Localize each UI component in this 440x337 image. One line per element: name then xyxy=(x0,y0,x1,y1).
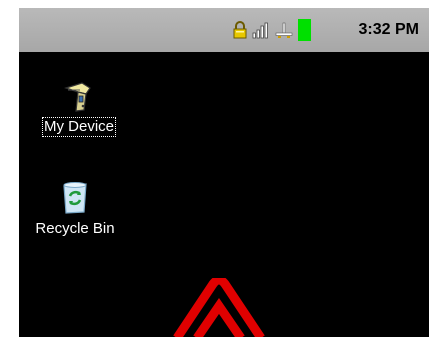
recycle-bin-label: Recycle Bin xyxy=(35,220,115,237)
recycle-bin-icon xyxy=(63,182,87,214)
lock-icon[interactable] xyxy=(233,20,247,40)
signal-strength-icon[interactable] xyxy=(252,20,268,40)
network-icon[interactable] xyxy=(274,20,294,40)
my-device-label: My Device xyxy=(41,117,117,137)
my-device-shortcut[interactable]: My Device xyxy=(31,80,127,137)
clock[interactable]: 3:32 PM xyxy=(359,19,419,41)
recycle-bin-shortcut[interactable]: Recycle Bin xyxy=(23,180,127,238)
wallpaper-logo xyxy=(173,278,265,337)
device-screen: 3:32 PM My Device Recycle Bin xyxy=(19,8,429,337)
handheld-device-icon xyxy=(64,82,91,112)
status-bar: 3:32 PM xyxy=(19,8,429,52)
battery-icon[interactable] xyxy=(298,19,311,41)
